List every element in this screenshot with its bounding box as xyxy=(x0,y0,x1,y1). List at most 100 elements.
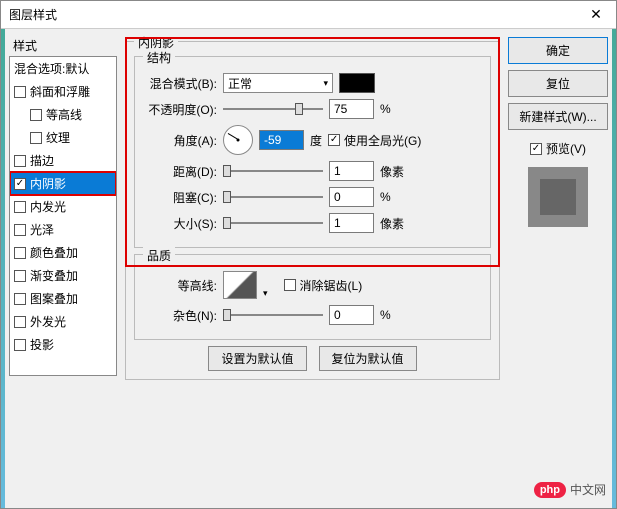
preview-swatch xyxy=(528,167,588,227)
contour-picker[interactable] xyxy=(223,271,257,299)
style-item[interactable]: 等高线 xyxy=(10,103,116,126)
size-input[interactable]: 1 xyxy=(329,213,374,233)
checkbox-icon xyxy=(30,109,42,121)
blend-mode-value: 正常 xyxy=(228,75,252,92)
new-style-button[interactable]: 新建样式(W)... xyxy=(508,103,608,130)
preview-checkbox[interactable]: 预览(V) xyxy=(508,140,608,157)
blending-options-header[interactable]: 混合选项:默认 xyxy=(10,57,116,80)
ok-button[interactable]: 确定 xyxy=(508,37,608,64)
settings-panel: 内阴影 结构 混合模式(B): 正常 ▾ 不透明度(O): xyxy=(125,37,500,390)
style-item[interactable]: 光泽 xyxy=(10,218,116,241)
size-label: 大小(S): xyxy=(143,215,217,232)
choke-unit: % xyxy=(380,190,391,204)
distance-label: 距离(D): xyxy=(143,163,217,180)
checkbox-icon xyxy=(284,279,296,291)
opacity-row: 不透明度(O): 75 % xyxy=(143,99,482,119)
preview-inner xyxy=(540,179,576,215)
checkbox-icon xyxy=(14,224,26,236)
global-light-checkbox[interactable]: 使用全局光(G) xyxy=(328,132,421,149)
chevron-down-icon[interactable]: ▾ xyxy=(263,288,268,299)
style-item[interactable]: 颜色叠加 xyxy=(10,241,116,264)
noise-row: 杂色(N): 0 % xyxy=(143,305,482,325)
checkbox-icon xyxy=(14,247,26,259)
default-buttons-row: 设置为默认值 复位为默认值 xyxy=(134,346,491,371)
dialog-body: 样式 混合选项:默认 斜面和浮雕等高线纹理描边内阴影内发光光泽颜色叠加渐变叠加图… xyxy=(1,29,616,398)
size-row: 大小(S): 1 像素 xyxy=(143,213,482,233)
checkbox-icon xyxy=(14,178,26,190)
noise-input[interactable]: 0 xyxy=(329,305,374,325)
style-item-label: 图案叠加 xyxy=(30,290,78,307)
shadow-color-swatch[interactable] xyxy=(339,73,375,93)
window-title: 图层样式 xyxy=(9,6,57,23)
checkbox-icon xyxy=(14,316,26,328)
checkbox-icon xyxy=(14,155,26,167)
right-edge-decor xyxy=(612,29,616,508)
contour-row: 等高线: ▾ 消除锯齿(L) xyxy=(143,271,482,299)
structure-legend: 结构 xyxy=(143,49,175,66)
angle-unit: 度 xyxy=(310,132,322,149)
opacity-slider[interactable] xyxy=(223,100,323,118)
titlebar: 图层样式 ✕ xyxy=(1,1,616,29)
style-item-label: 纹理 xyxy=(46,129,70,146)
opacity-input[interactable]: 75 xyxy=(329,99,374,119)
style-item-label: 光泽 xyxy=(30,221,54,238)
angle-dial[interactable] xyxy=(223,125,253,155)
style-item-label: 内发光 xyxy=(30,198,66,215)
blend-mode-select[interactable]: 正常 ▾ xyxy=(223,73,333,93)
noise-slider[interactable] xyxy=(223,306,323,324)
style-item[interactable]: 外发光 xyxy=(10,310,116,333)
make-default-button[interactable]: 设置为默认值 xyxy=(208,346,306,371)
blending-options-label: 混合选项:默认 xyxy=(14,60,89,77)
preview-label: 预览(V) xyxy=(546,140,586,157)
angle-input[interactable]: -59 xyxy=(259,130,304,150)
global-light-label: 使用全局光(G) xyxy=(344,132,421,149)
checkbox-icon xyxy=(14,339,26,351)
close-button[interactable]: ✕ xyxy=(576,1,616,29)
style-item-label: 渐变叠加 xyxy=(30,267,78,284)
distance-unit: 像素 xyxy=(380,163,404,180)
watermark: php 中文网 xyxy=(534,481,606,498)
checkbox-icon xyxy=(530,143,542,155)
distance-slider[interactable] xyxy=(223,162,323,180)
checkbox-icon xyxy=(328,134,340,146)
blend-mode-label: 混合模式(B): xyxy=(143,75,217,92)
quality-legend: 品质 xyxy=(143,247,175,264)
distance-row: 距离(D): 1 像素 xyxy=(143,161,482,181)
styles-list[interactable]: 混合选项:默认 斜面和浮雕等高线纹理描边内阴影内发光光泽颜色叠加渐变叠加图案叠加… xyxy=(9,56,117,376)
style-item[interactable]: 纹理 xyxy=(10,126,116,149)
style-item-label: 颜色叠加 xyxy=(30,244,78,261)
reset-button[interactable]: 复位 xyxy=(508,70,608,97)
style-item[interactable]: 投影 xyxy=(10,333,116,356)
opacity-label: 不透明度(O): xyxy=(143,101,217,118)
choke-input[interactable]: 0 xyxy=(329,187,374,207)
style-item-label: 投影 xyxy=(30,336,54,353)
inner-shadow-fieldset: 内阴影 结构 混合模式(B): 正常 ▾ 不透明度(O): xyxy=(125,41,500,380)
angle-row: 角度(A): -59 度 使用全局光(G) xyxy=(143,125,482,155)
size-unit: 像素 xyxy=(380,215,404,232)
size-slider[interactable] xyxy=(223,214,323,232)
noise-unit: % xyxy=(380,308,391,322)
style-item-label: 外发光 xyxy=(30,313,66,330)
style-item[interactable]: 渐变叠加 xyxy=(10,264,116,287)
checkbox-icon xyxy=(14,293,26,305)
choke-slider[interactable] xyxy=(223,188,323,206)
checkbox-icon xyxy=(30,132,42,144)
quality-fieldset: 品质 等高线: ▾ 消除锯齿(L) 杂色(N): xyxy=(134,254,491,340)
style-item[interactable]: 图案叠加 xyxy=(10,287,116,310)
reset-default-button[interactable]: 复位为默认值 xyxy=(319,346,417,371)
style-item[interactable]: 内发光 xyxy=(10,195,116,218)
choke-label: 阻塞(C): xyxy=(143,189,217,206)
antialias-checkbox[interactable]: 消除锯齿(L) xyxy=(284,277,363,294)
style-item[interactable]: 内阴影 xyxy=(10,172,116,195)
php-logo: php xyxy=(534,482,566,498)
style-item[interactable]: 斜面和浮雕 xyxy=(10,80,116,103)
style-item[interactable]: 描边 xyxy=(10,149,116,172)
checkbox-icon xyxy=(14,270,26,282)
distance-input[interactable]: 1 xyxy=(329,161,374,181)
style-item-label: 等高线 xyxy=(46,106,82,123)
styles-panel: 样式 混合选项:默认 斜面和浮雕等高线纹理描边内阴影内发光光泽颜色叠加渐变叠加图… xyxy=(9,37,117,376)
style-item-label: 内阴影 xyxy=(30,175,66,192)
style-item-label: 斜面和浮雕 xyxy=(30,83,90,100)
contour-label: 等高线: xyxy=(143,277,217,294)
checkbox-icon xyxy=(14,86,26,98)
